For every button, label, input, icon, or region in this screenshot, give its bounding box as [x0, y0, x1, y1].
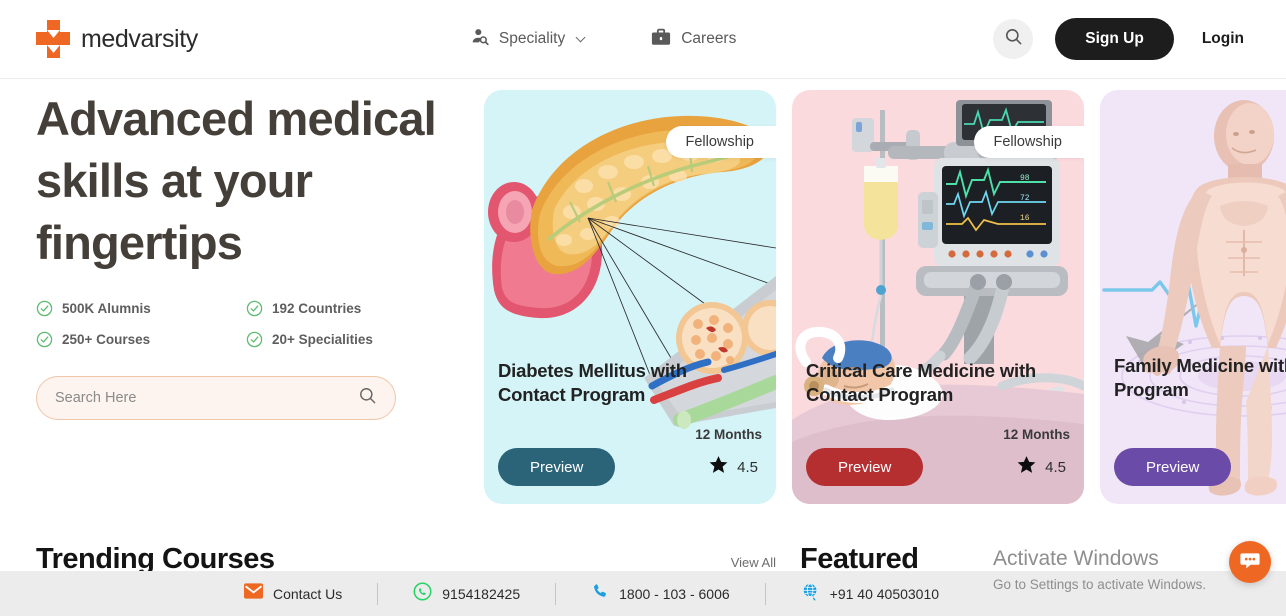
- preview-button[interactable]: Preview: [806, 448, 924, 486]
- card-body: Diabetes Mellitus with Contact Program 1…: [484, 359, 776, 504]
- card-title: Diabetes Mellitus with Contact Program: [498, 360, 687, 405]
- brand-name: medvarsity: [81, 24, 198, 53]
- hero-section: Advanced medical skills at your fingerti…: [36, 88, 466, 420]
- header-search-button[interactable]: [993, 19, 1034, 59]
- course-card[interactable]: Fellowship Diabetes Mellitus with Contac…: [484, 90, 776, 504]
- rating-value: 4.5: [1045, 458, 1066, 476]
- course-cards-carousel: Fellowship Diabetes Mellitus with Contac…: [484, 90, 1286, 504]
- contact-label: 9154182425: [442, 585, 521, 602]
- international-phone-item[interactable]: +91 40 40503010: [801, 582, 939, 606]
- person-search-icon: [470, 27, 490, 52]
- hero-search-box[interactable]: [36, 376, 396, 420]
- main-nav: Speciality Careers: [470, 27, 736, 52]
- rating-value: 4.5: [737, 458, 758, 476]
- page-root: medvarsity Speciality Careers Sign Up Lo…: [0, 0, 1286, 616]
- stat-item: 192 Countries: [246, 300, 466, 317]
- stat-item: 20+ Specialities: [246, 331, 466, 348]
- nav-label-careers: Careers: [681, 30, 737, 47]
- hero-stats: 500K Alumnis 192 Countries 250+ Courses …: [36, 300, 466, 348]
- card-duration: 12 Months: [1003, 427, 1070, 442]
- star-icon: [1016, 454, 1037, 480]
- stat-label: 500K Alumnis: [62, 301, 151, 316]
- sign-up-button[interactable]: Sign Up: [1055, 18, 1174, 60]
- envelope-icon: [244, 583, 263, 604]
- contact-label: Contact Us: [273, 585, 343, 602]
- check-circle-icon: [246, 300, 263, 317]
- chat-bubble-icon: [1238, 548, 1262, 577]
- stat-item: 250+ Courses: [36, 331, 246, 348]
- briefcase-icon: [650, 27, 672, 52]
- nav-item-speciality[interactable]: Speciality: [470, 27, 586, 52]
- card-footer: Preview 4.5: [806, 448, 1070, 486]
- divider: [377, 582, 379, 605]
- card-badge: Fellowship: [973, 126, 1084, 158]
- stat-label: 192 Countries: [272, 301, 362, 316]
- view-all-link-trending[interactable]: View All: [731, 555, 776, 570]
- search-input[interactable]: [55, 390, 358, 406]
- login-button[interactable]: Login: [1196, 30, 1250, 48]
- card-body: Critical Care Medicine with Contact Prog…: [792, 359, 1084, 504]
- stat-item: 500K Alumnis: [36, 300, 246, 317]
- course-card[interactable]: Family Medicine with Contact Program Pre…: [1100, 90, 1286, 504]
- chat-widget-button[interactable]: [1229, 541, 1271, 583]
- card-badge: Fellowship: [665, 126, 776, 158]
- svg-text:16: 16: [1020, 214, 1030, 223]
- card-duration: 12 Months: [695, 427, 762, 442]
- stat-label: 250+ Courses: [62, 332, 151, 347]
- divider: [764, 582, 766, 605]
- contact-bar-items: Contact Us 9154182425 1800 - 103 - 6006 …: [244, 582, 939, 606]
- card-duration: [1114, 422, 1286, 442]
- check-circle-icon: [36, 300, 53, 317]
- check-circle-icon: [246, 331, 263, 348]
- nav-label-speciality: Speciality: [498, 30, 566, 47]
- divider: [555, 582, 557, 605]
- stat-label: 20+ Specialities: [272, 332, 373, 347]
- page-title: Advanced medical skills at your fingerti…: [36, 92, 437, 269]
- phone-icon: [591, 582, 609, 605]
- nav-item-careers[interactable]: Careers: [650, 27, 736, 52]
- card-body: Family Medicine with Contact Program Pre…: [1100, 354, 1286, 504]
- contact-us-item[interactable]: Contact Us: [244, 583, 342, 604]
- preview-button[interactable]: Preview: [498, 448, 616, 486]
- check-circle-icon: [36, 331, 53, 348]
- star-icon: [708, 454, 729, 480]
- card-footer: Preview 4.5: [498, 448, 762, 486]
- watermark-line-1: Activate Windows: [993, 547, 1159, 570]
- preview-button[interactable]: Preview: [1114, 448, 1232, 486]
- search-icon: [1004, 27, 1023, 51]
- card-footer: Preview: [1114, 448, 1286, 486]
- card-title: Critical Care Medicine with Contact Prog…: [806, 360, 1037, 405]
- phone-item[interactable]: 1800 - 103 - 6006: [591, 582, 730, 605]
- contact-label: 1800 - 103 - 6006: [619, 585, 730, 602]
- search-icon[interactable]: [358, 386, 377, 410]
- card-rating: 4.5: [1016, 454, 1066, 480]
- svg-text:72: 72: [1020, 194, 1030, 203]
- card-title: Family Medicine with Contact Program: [1114, 355, 1286, 400]
- brand-logo[interactable]: medvarsity: [36, 20, 198, 58]
- medvarsity-cross-icon: [36, 20, 70, 58]
- header-actions: Sign Up Login: [993, 18, 1250, 60]
- site-header: medvarsity Speciality Careers Sign Up Lo…: [0, 0, 1286, 79]
- contact-bar: Contact Us 9154182425 1800 - 103 - 6006 …: [0, 571, 1286, 616]
- course-card[interactable]: 98 72 16 Fellowship Critical Care Medici…: [792, 90, 1084, 504]
- chevron-down-icon: [575, 32, 586, 42]
- card-rating: 4.5: [708, 454, 758, 480]
- svg-text:98: 98: [1020, 174, 1030, 183]
- contact-label: +91 40 40503010: [829, 585, 940, 602]
- globe-icon: [801, 582, 820, 606]
- whatsapp-icon: [413, 582, 432, 606]
- whatsapp-item[interactable]: 9154182425: [413, 582, 520, 606]
